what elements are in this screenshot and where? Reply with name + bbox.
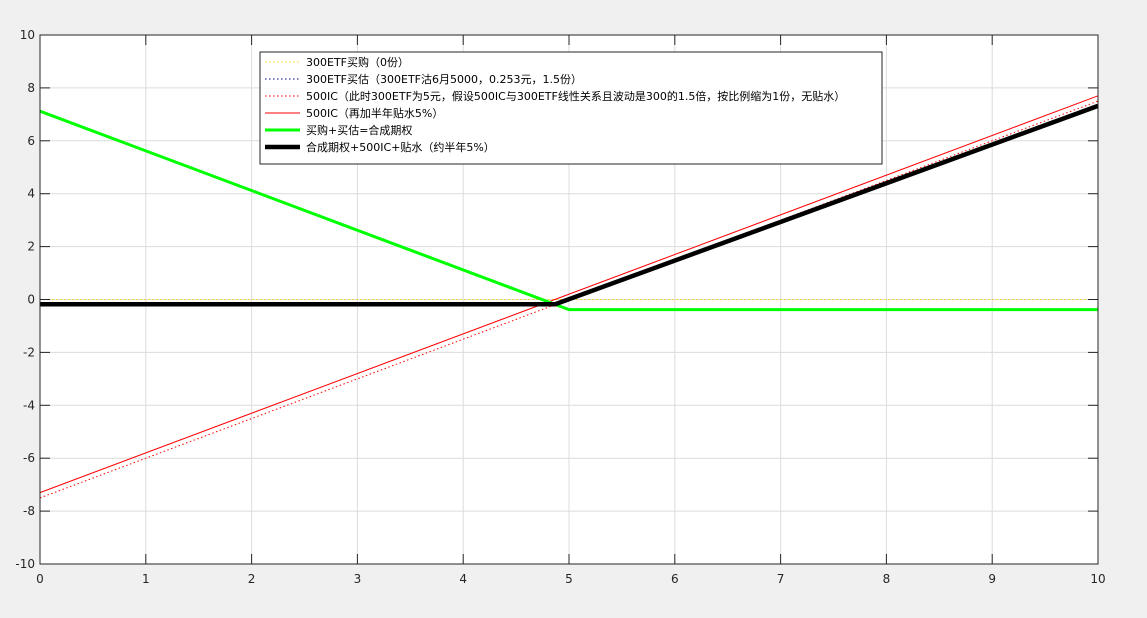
y-tick-label: -2	[23, 345, 35, 359]
x-tick-label: 9	[988, 572, 996, 586]
y-tick-label: 6	[27, 134, 35, 148]
x-tick-label: 5	[565, 572, 573, 586]
x-tick-label: 0	[36, 572, 44, 586]
x-tick-label: 6	[671, 572, 679, 586]
x-tick-label: 4	[459, 572, 467, 586]
x-tick-label: 7	[777, 572, 785, 586]
y-tick-label: 10	[20, 28, 35, 42]
legend-label-4: 500IC（再加半年贴水5%）	[306, 106, 443, 120]
legend-label-5: 买购+买估=合成期权	[306, 123, 412, 137]
x-tick-label: 10	[1090, 572, 1105, 586]
legend-label-3: 500IC（此时300ETF为5元，假设500IC与300ETF线性关系且波动是…	[306, 89, 845, 103]
legend-label-2: 300ETF买估（300ETF沽6月5000，0.253元，1.5份）	[306, 73, 582, 86]
x-tick-label: 1	[142, 572, 150, 586]
y-tick-label: 8	[27, 81, 35, 95]
x-tick-label: 8	[883, 572, 891, 586]
y-tick-label: 0	[27, 293, 35, 307]
y-tick-label: -4	[23, 398, 35, 412]
x-tick-label: 2	[248, 572, 256, 586]
legend-label-1: 300ETF买购（0份）	[306, 55, 409, 69]
chart-figure: 0 1 2 3 4 5 6 7 8 9 10 -10 -8 -6 -4 -2 0 2 4 6 8 10 300ETF买购（…	[15, 28, 1105, 586]
y-tick-label: 2	[27, 240, 35, 254]
y-tick-label: -8	[23, 504, 35, 518]
y-tick-label: 4	[27, 187, 35, 201]
y-tick-label: -6	[23, 451, 35, 465]
x-tick-label: 3	[354, 572, 362, 586]
y-tick-label: -10	[15, 557, 35, 571]
legend-label-6: 合成期权+500IC+贴水（约半年5%）	[306, 140, 495, 154]
legend: 300ETF买购（0份） 300ETF买估（300ETF沽6月5000，0.253…	[259, 51, 883, 165]
